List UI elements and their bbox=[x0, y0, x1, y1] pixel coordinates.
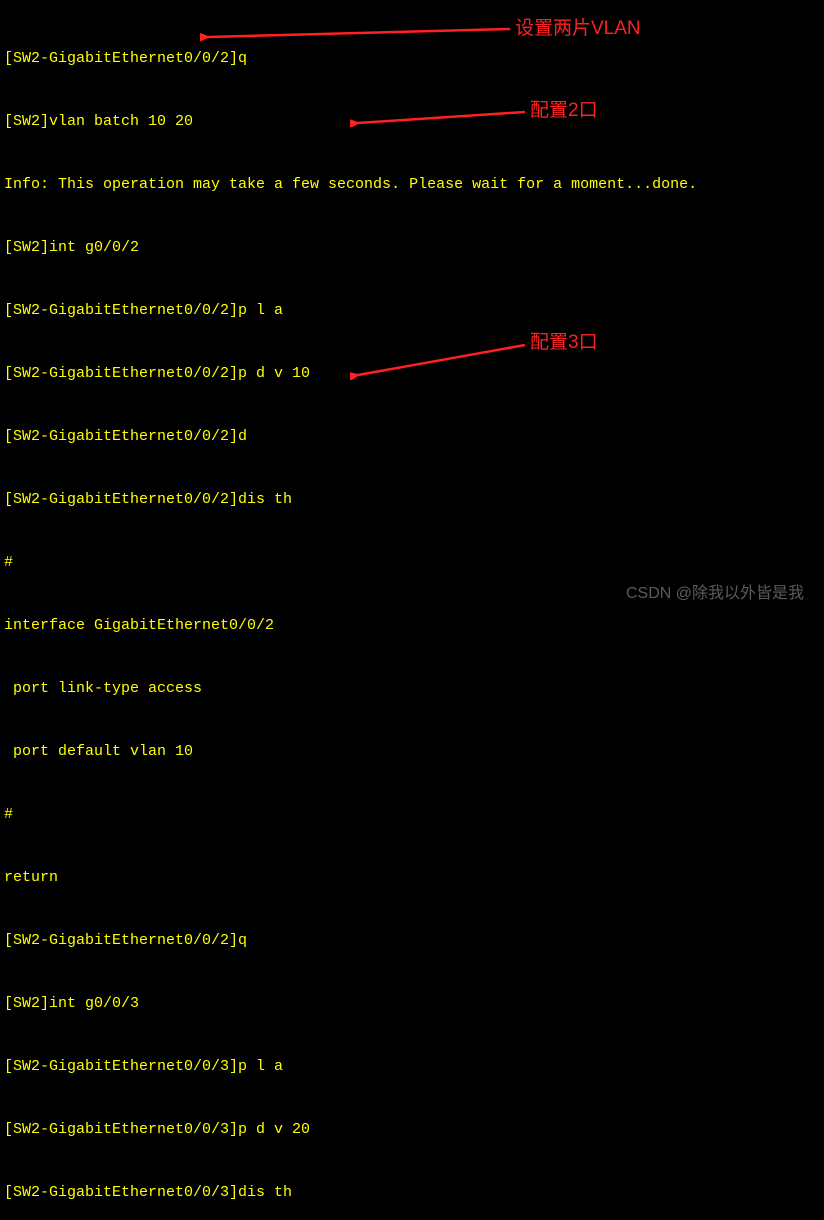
terminal-line: [SW2-GigabitEthernet0/0/3]dis th bbox=[4, 1182, 820, 1203]
terminal-line: port default vlan 10 bbox=[4, 741, 820, 762]
terminal-line: [SW2-GigabitEthernet0/0/2]d bbox=[4, 426, 820, 447]
terminal-line: [SW2-GigabitEthernet0/0/3]p l a bbox=[4, 1056, 820, 1077]
terminal-line: [SW2]int g0/0/2 bbox=[4, 237, 820, 258]
terminal-output[interactable]: [SW2-GigabitEthernet0/0/2]q [SW2]vlan ba… bbox=[4, 6, 820, 1220]
terminal-line: [SW2-GigabitEthernet0/0/2]q bbox=[4, 48, 820, 69]
terminal-line: [SW2-GigabitEthernet0/0/2]dis th bbox=[4, 489, 820, 510]
terminal-line: [SW2-GigabitEthernet0/0/2]p d v 10 bbox=[4, 363, 820, 384]
annotation-port2-config: 配置2口 bbox=[530, 100, 598, 121]
terminal-line: [SW2]int g0/0/3 bbox=[4, 993, 820, 1014]
terminal-line: port link-type access bbox=[4, 678, 820, 699]
terminal-line: [SW2]vlan batch 10 20 bbox=[4, 111, 820, 132]
terminal-line: Info: This operation may take a few seco… bbox=[4, 174, 820, 195]
terminal-line: [SW2-GigabitEthernet0/0/2]q bbox=[4, 930, 820, 951]
terminal-line: # bbox=[4, 552, 820, 573]
terminal-line: [SW2-GigabitEthernet0/0/2]p l a bbox=[4, 300, 820, 321]
annotation-port3-config: 配置3口 bbox=[530, 332, 598, 353]
terminal-line: # bbox=[4, 804, 820, 825]
annotation-vlan-setup: 设置两片VLAN bbox=[515, 18, 641, 39]
terminal-line: return bbox=[4, 867, 820, 888]
watermark-text: CSDN @除我以外皆是我 bbox=[626, 583, 804, 604]
terminal-line: [SW2-GigabitEthernet0/0/3]p d v 20 bbox=[4, 1119, 820, 1140]
terminal-line: interface GigabitEthernet0/0/2 bbox=[4, 615, 820, 636]
